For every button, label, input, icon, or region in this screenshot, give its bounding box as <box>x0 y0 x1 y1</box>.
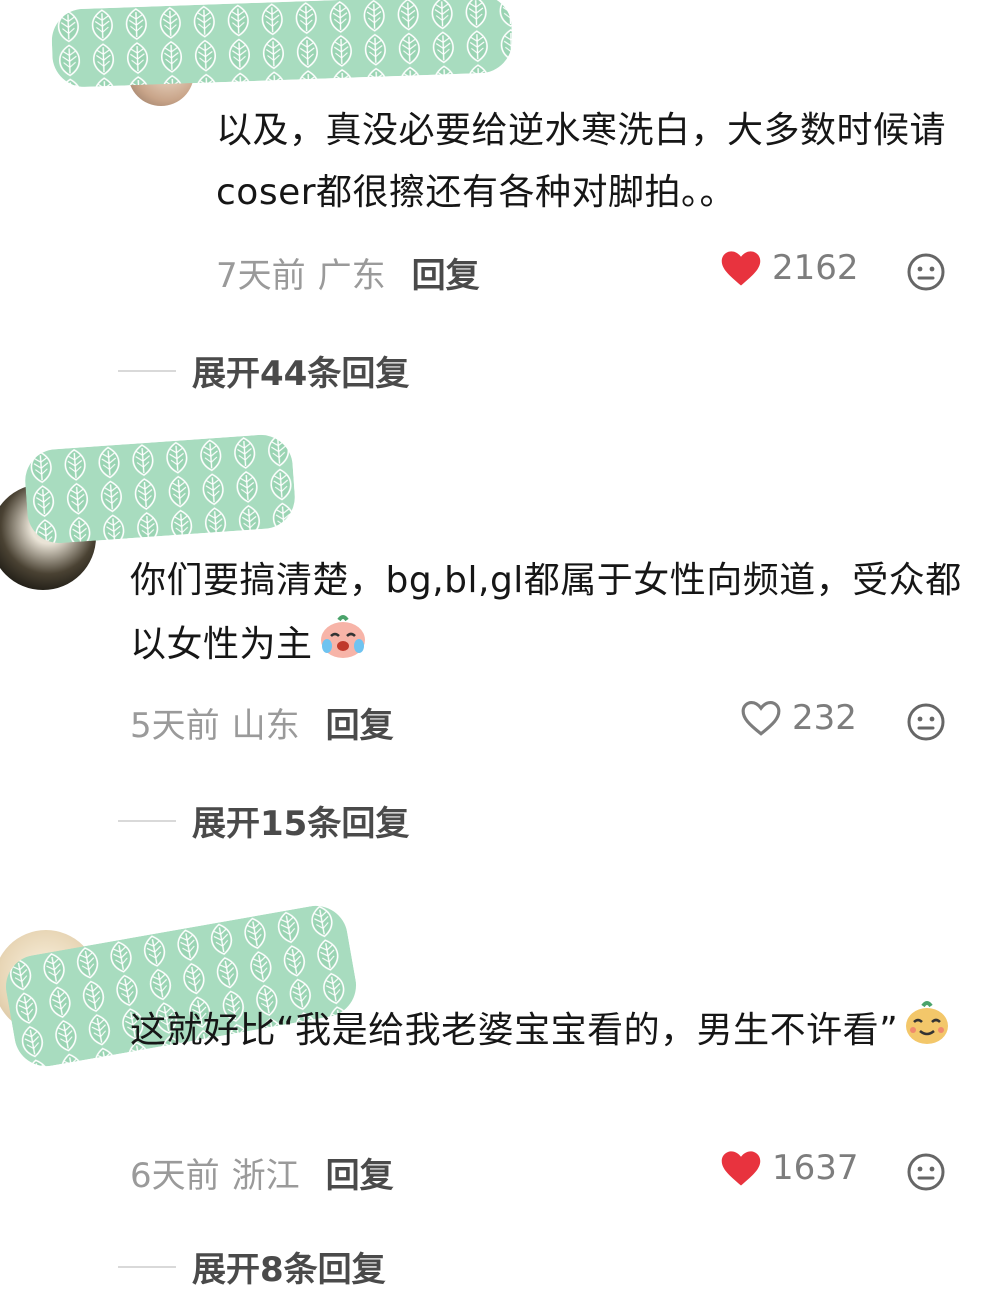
comment-time: 7天前 <box>216 256 306 296</box>
comment-text: 以及，真没必要给逆水寒洗白，大多数时候请coser都很擦还有各种对脚拍。。 <box>216 110 947 213</box>
expand-replies[interactable]: 展开15条回复 <box>118 796 409 845</box>
like-button[interactable]: 232 <box>740 698 857 738</box>
expand-replies[interactable]: 展开44条回复 <box>118 346 409 395</box>
expand-replies-label: 展开8条回复 <box>192 1250 386 1290</box>
comment-3: 这就好比“我是给我老婆宝宝看的，男生不许看” 6天前 浙江 回复 1637 展开… <box>0 890 1008 1290</box>
divider-line <box>118 369 176 372</box>
censor-sticker <box>23 432 297 546</box>
comment-text-content: 这就好比“我是给我老婆宝宝看的，男生不许看” <box>130 1010 899 1051</box>
expand-replies[interactable]: 展开8条回复 <box>118 1242 386 1291</box>
comment-2: 你们要搞清楚，bg,bl,gl都属于女性向频道，受众都以女性为主 5天前 山东 … <box>0 432 1008 860</box>
comment-text-content: 你们要搞清楚，bg,bl,gl都属于女性向频道，受众都以女性为主 <box>130 560 962 665</box>
comment-location: 浙江 <box>231 1156 300 1196</box>
neutral-face-icon[interactable] <box>906 252 946 296</box>
like-count: 232 <box>792 698 857 738</box>
heart-icon <box>721 1151 761 1186</box>
crying-laughing-sticker <box>317 612 369 680</box>
reply-button[interactable]: 回复 <box>326 1148 394 1197</box>
reply-button[interactable]: 回复 <box>412 248 480 297</box>
expand-replies-label: 展开15条回复 <box>192 804 410 844</box>
reply-button[interactable]: 回复 <box>326 698 394 747</box>
heart-icon <box>721 251 761 286</box>
comment-meta: 6天前 浙江 回复 <box>130 1148 394 1197</box>
comment-time: 6天前 <box>130 1156 220 1196</box>
divider-line <box>118 1265 176 1268</box>
expand-replies-label: 展开44条回复 <box>192 354 410 394</box>
neutral-face-icon[interactable] <box>906 1152 946 1196</box>
like-count: 2162 <box>772 248 859 288</box>
like-button[interactable]: 2162 <box>720 248 859 288</box>
comment-text: 这就好比“我是给我老婆宝宝看的，男生不许看” <box>130 998 976 1066</box>
neutral-face-icon[interactable] <box>906 702 946 746</box>
like-count: 1637 <box>772 1148 859 1188</box>
comment-location: 广东 <box>317 256 386 296</box>
divider-line <box>118 819 176 822</box>
comment-time: 5天前 <box>130 706 220 746</box>
censor-sticker <box>50 0 514 89</box>
heart-icon <box>741 701 781 736</box>
comment-text: 你们要搞清楚，bg,bl,gl都属于女性向频道，受众都以女性为主 <box>130 550 976 680</box>
comment-1: 以及，真没必要给逆水寒洗白，大多数时候请coser都很擦还有各种对脚拍。。 7天… <box>0 0 1008 420</box>
comment-location: 山东 <box>231 706 300 746</box>
smirk-sticker <box>902 998 952 1066</box>
like-button[interactable]: 1637 <box>720 1148 859 1188</box>
comment-meta: 5天前 山东 回复 <box>130 698 394 747</box>
comment-meta: 7天前 广东 回复 <box>216 248 480 297</box>
